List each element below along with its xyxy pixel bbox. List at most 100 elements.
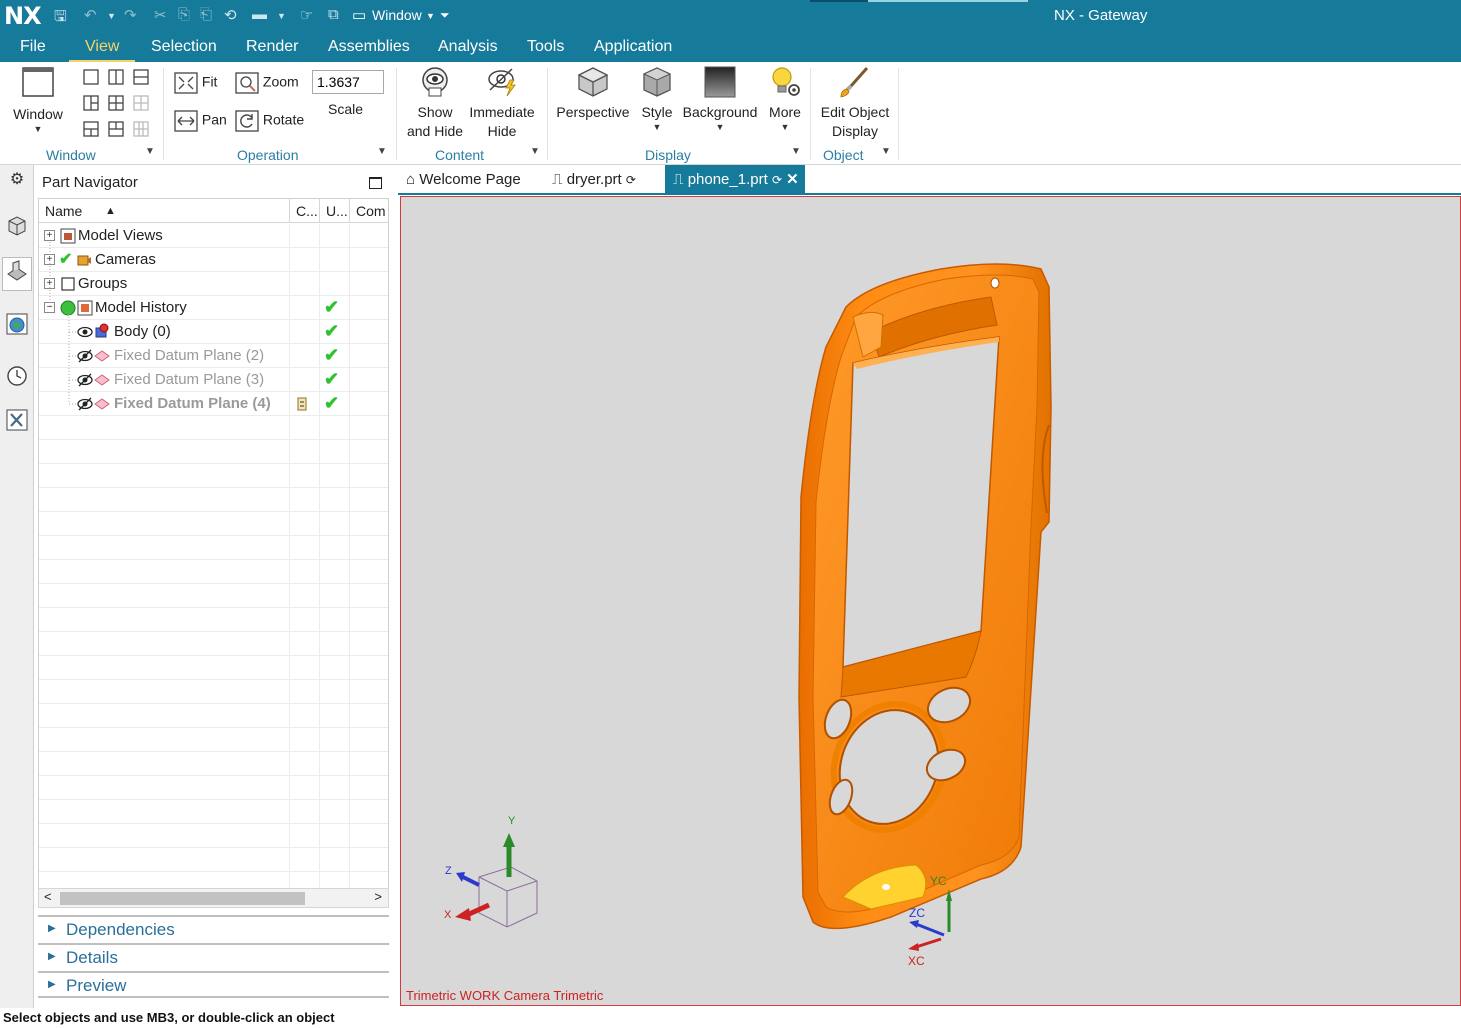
background-button[interactable]: Background ▼ — [682, 66, 758, 132]
layout-dropdown-icon[interactable]: ▼ — [277, 11, 286, 21]
graphics-window[interactable]: Y Z X YC ZC XC Trimetric WORK Camera Tri… — [400, 196, 1461, 1006]
rotate-icon — [235, 110, 259, 132]
zoom-button[interactable]: Zoom — [235, 72, 299, 94]
window-menu-icon[interactable]: ▭ — [352, 6, 366, 24]
column-comment[interactable]: Com — [350, 199, 388, 223]
scroll-left-icon[interactable]: < — [44, 889, 52, 904]
window-layout-icon[interactable]: ▬ — [252, 6, 267, 23]
rotate-button[interactable]: Rotate — [235, 110, 304, 132]
title-bar: NX 🖫 ↶ ▼ ↷ ✂ ⎘ ⎗ ⟲ ▬ ▼ ☞ ⧉ ▭ Window ▼ ⏷ … — [0, 0, 1461, 32]
group-object-label: Object — [823, 147, 864, 163]
expand-arrow-icon: ▶ — [48, 923, 56, 934]
undo-icon[interactable]: ↶ — [84, 6, 97, 24]
copy-icon[interactable]: ⎘ — [178, 6, 190, 23]
paste-icon[interactable]: ⎗ — [200, 6, 212, 23]
empty-tree-row — [39, 656, 388, 680]
empty-tree-row — [39, 440, 388, 464]
tree-row-label: Body (0) — [114, 323, 171, 340]
show-and-hide-button[interactable]: Show and Hide — [403, 66, 467, 141]
column-name[interactable]: Name ▲ — [39, 199, 290, 223]
expand-arrow-icon: ▶ — [48, 979, 56, 990]
empty-tree-row — [39, 824, 388, 848]
undo-dropdown-icon[interactable]: ▼ — [107, 11, 116, 21]
empty-tree-row — [39, 632, 388, 656]
triad-z-label: Z — [445, 865, 452, 877]
empty-tree-row — [39, 464, 388, 488]
window-icon — [22, 67, 54, 97]
edit-object-display-label-1: Edit Object — [820, 104, 890, 120]
immediate-hide-icon — [488, 68, 516, 97]
edit-object-display-label-2: Display — [832, 123, 878, 139]
pan-button[interactable]: Pan — [174, 110, 227, 132]
tab-label: dryer.prt — [566, 171, 622, 188]
assembly-navigator-icon[interactable] — [4, 215, 30, 241]
close-tab-icon[interactable]: ✕ — [786, 171, 799, 188]
view-triad — [455, 833, 538, 928]
dependencies-label: Dependencies — [66, 920, 175, 939]
web-browser-icon[interactable] — [4, 313, 30, 339]
fit-button[interactable]: Fit — [174, 72, 217, 94]
horizontal-scrollbar[interactable]: < > — [38, 888, 389, 908]
group-content-label: Content — [435, 147, 485, 163]
more-button[interactable]: More ▼ — [764, 66, 806, 132]
background-label: Background — [682, 104, 758, 120]
ribbon: Window ▼ Window ▼ Fit Zoom Scale Pan Rot… — [0, 62, 1461, 165]
menu-render[interactable]: Render — [246, 38, 298, 62]
reuse-library-icon[interactable] — [4, 409, 30, 435]
group-display-dropdown-icon[interactable]: ▼ — [791, 146, 801, 157]
menu-application[interactable]: Application — [594, 38, 672, 62]
menu-analysis[interactable]: Analysis — [438, 38, 498, 62]
menu-tools[interactable]: Tools — [527, 38, 564, 62]
maximize-panel-icon[interactable] — [369, 177, 382, 189]
column-uptodate[interactable]: U... — [320, 199, 350, 223]
window-title: NX - Gateway — [1054, 7, 1148, 24]
group-object-dropdown-icon[interactable]: ▼ — [881, 146, 891, 157]
tab-phone-1-prt[interactable]: ⎍ phone_1.prt ⟳ ✕ — [665, 165, 805, 195]
cut-icon[interactable]: ✂ — [154, 6, 167, 24]
tab-welcome-page[interactable]: ⌂ Welcome Page — [398, 165, 529, 195]
group-window-dropdown-icon[interactable]: ▼ — [145, 146, 155, 157]
tab-label: Welcome Page — [419, 171, 521, 188]
preview-panel[interactable]: ▶ Preview — [38, 971, 389, 998]
group-operation-label: Operation — [237, 147, 299, 163]
save-icon[interactable]: 🖫 — [54, 6, 67, 31]
settings-gear-icon[interactable]: ⚙ — [4, 167, 30, 193]
repeat-command-icon[interactable]: ⟲ — [224, 6, 237, 24]
group-content-dropdown-icon[interactable]: ▼ — [530, 146, 540, 157]
window-menu[interactable]: Window — [372, 7, 422, 23]
style-button[interactable]: Style ▼ — [636, 66, 678, 132]
menu-selection[interactable]: Selection — [151, 38, 217, 62]
empty-tree-row — [39, 608, 388, 632]
background-icon — [704, 66, 736, 98]
immediate-hide-button[interactable]: Immediate Hide — [468, 66, 536, 141]
scroll-right-icon[interactable]: > — [374, 889, 382, 904]
perspective-button[interactable]: Perspective — [556, 66, 630, 122]
customize-quick-access-icon[interactable]: ⏷ — [440, 8, 450, 23]
separator — [810, 68, 811, 160]
part-navigator-icon[interactable] — [2, 257, 32, 291]
empty-tree-row — [39, 512, 388, 536]
scrollbar-thumb[interactable] — [60, 892, 305, 905]
window-button[interactable]: Window ▼ — [8, 66, 68, 134]
details-panel[interactable]: ▶ Details — [38, 943, 389, 970]
layout-grid-icons[interactable] — [82, 68, 152, 144]
menu-assemblies[interactable]: Assemblies — [328, 38, 410, 62]
dependencies-panel[interactable]: ▶ Dependencies — [38, 915, 389, 942]
window-menu-dropdown-icon[interactable]: ▼ — [426, 11, 435, 21]
touch-mode-icon[interactable]: ☞ — [300, 6, 313, 24]
menu-file[interactable]: File — [20, 38, 46, 62]
tab-dryer-prt[interactable]: ⎍ dryer.prt ⟳ — [544, 165, 644, 195]
home-icon: ⌂ — [406, 171, 416, 188]
redo-icon[interactable]: ↷ — [124, 6, 137, 24]
edit-object-display-button[interactable]: Edit Object Display — [818, 66, 892, 141]
column-current[interactable]: C... — [290, 199, 320, 223]
group-operation-dropdown-icon[interactable]: ▼ — [377, 146, 387, 157]
history-clock-icon[interactable] — [4, 365, 30, 391]
menu-view[interactable]: View — [68, 38, 136, 63]
window-label: Window — [13, 106, 63, 122]
tree-connectors — [49, 242, 77, 405]
switch-window-icon[interactable]: ⧉ — [328, 6, 339, 23]
uptodate-check-icon: ✔ — [324, 369, 340, 389]
style-dropdown-icon: ▼ — [652, 122, 662, 132]
scale-input[interactable] — [312, 70, 384, 94]
